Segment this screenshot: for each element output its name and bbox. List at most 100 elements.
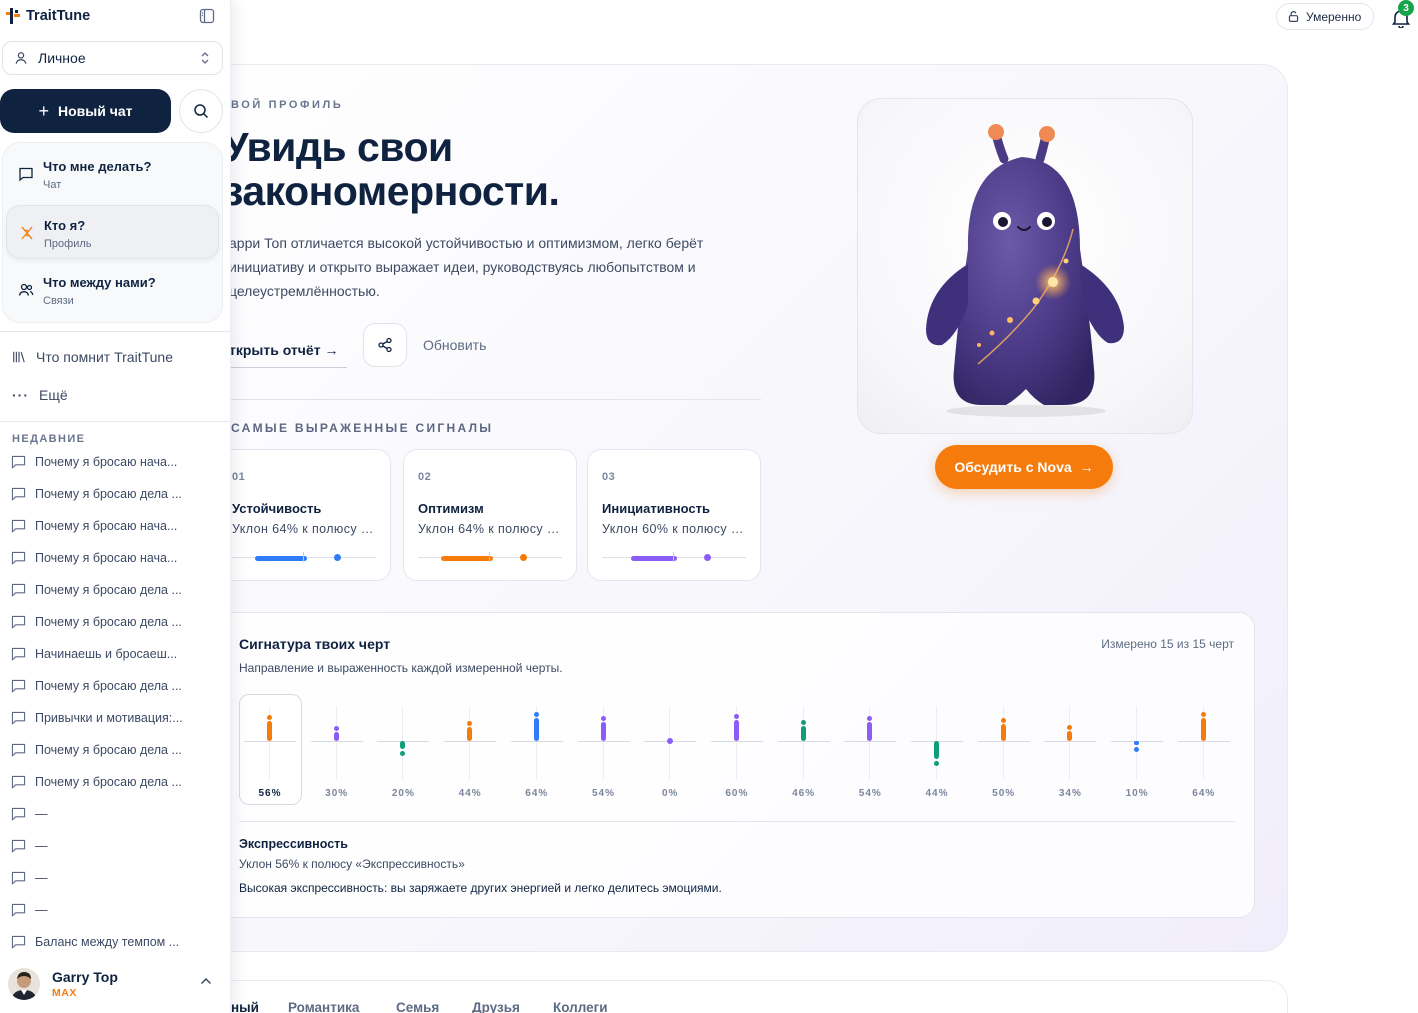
new-chat-button[interactable]: + Новый чат [0, 89, 171, 133]
recent-chat-item[interactable]: — [11, 807, 211, 821]
tab-friends[interactable]: Друзья [472, 1000, 520, 1013]
trait-column[interactable]: 0% [637, 694, 703, 805]
brand-name: TraitTune [26, 8, 91, 24]
library-icon [13, 351, 25, 363]
arrow-right-icon: → [1079, 459, 1094, 475]
more-link[interactable]: ··· Ещё [12, 387, 68, 403]
trait-baseline [310, 741, 363, 742]
tab-family[interactable]: Семья [396, 1000, 439, 1013]
trait-percent: 30% [325, 788, 349, 799]
brand[interactable]: TraitTune [6, 8, 90, 24]
trait-column[interactable]: 56% [237, 694, 303, 805]
trait-axis [1202, 706, 1204, 780]
trait-percent: 54% [591, 788, 615, 799]
trait-column[interactable]: 30% [304, 694, 370, 805]
recent-chat-title: Почему я бросаю дела ... [35, 487, 182, 501]
recent-chat-item[interactable]: — [11, 839, 211, 853]
signal-card[interactable]: 03 Инициативность Уклон 60% к полюсу «Ин… [587, 449, 761, 581]
tab-romance[interactable]: Романтика [288, 1000, 359, 1013]
mode-subtitle: Связи [43, 295, 74, 307]
trait-column[interactable]: 34% [1037, 694, 1103, 805]
trait-marker [1000, 718, 1006, 723]
trait-signature-panel: Сигнатура твоих черт Направление и выраж… [217, 612, 1255, 918]
trait-column[interactable]: 60% [704, 694, 770, 805]
signal-number: 02 [418, 471, 432, 483]
chat-bubble-icon [11, 647, 26, 661]
mascot-card [857, 98, 1193, 434]
mode-profile[interactable]: Кто я? Профиль [6, 205, 219, 259]
recent-chat-item[interactable]: Почему я бросаю дела ... [11, 679, 211, 693]
trait-column[interactable]: 54% [571, 694, 637, 805]
mode-pill[interactable]: Умеренно [1276, 3, 1375, 30]
trait-bar [867, 722, 873, 741]
trait-percent: 0% [661, 788, 679, 799]
trait-column[interactable]: 64% [1171, 694, 1237, 805]
user-profile-menu[interactable]: Garry Top MAX [0, 962, 230, 1013]
trait-marker [934, 761, 939, 767]
recent-chat-item[interactable]: — [11, 903, 211, 917]
memory-link[interactable]: Что помнит TraitTune [12, 349, 173, 365]
chat-bubble-icon [19, 167, 33, 182]
memory-link-label: Что помнит TraitTune [36, 349, 173, 365]
chat-bubble-icon [11, 903, 26, 917]
recent-chat-title: — [35, 807, 48, 821]
refresh-button[interactable]: Обновить [423, 337, 486, 353]
recent-chat-item[interactable]: Почему я бросаю дела ... [11, 775, 211, 789]
sidebar-divider [0, 421, 230, 422]
trait-baseline [710, 741, 763, 742]
recent-chat-item[interactable]: Почему я бросаю дела ... [11, 743, 211, 757]
recent-chat-item[interactable]: Почему я бросаю нача... [11, 519, 211, 533]
recent-chat-item[interactable]: Почему я бросаю дела ... [11, 615, 211, 629]
trait-baseline [977, 741, 1030, 742]
recent-chat-item[interactable]: Почему я бросаю нача... [11, 455, 211, 469]
trait-marker [1067, 724, 1073, 730]
recent-chat-item[interactable]: Почему я бросаю дела ... [11, 487, 211, 501]
more-link-label: Ещё [39, 387, 68, 403]
trait-column[interactable]: 20% [370, 694, 436, 805]
recent-chat-title: Почему я бросаю дела ... [35, 583, 182, 597]
discuss-with-nova-button[interactable]: Обсудить с Nova → [935, 445, 1113, 489]
trait-column[interactable]: 46% [771, 694, 837, 805]
signal-card[interactable]: 01 Устойчивость Уклон 64% к полюсу «Усто… [217, 449, 391, 581]
mode-pill-label: Умеренно [1306, 9, 1362, 24]
recent-chat-title: Баланс между темпом ... [35, 935, 180, 949]
chat-bubble-icon [11, 871, 26, 885]
recent-chat-item[interactable]: — [11, 871, 211, 885]
trait-percent: 64% [525, 788, 549, 799]
mode-switcher: Что мне делать? Чат Кто я? Профиль Что м… [2, 142, 223, 323]
space-selector[interactable]: Личное [2, 41, 223, 75]
trait-bar [333, 732, 339, 741]
hero-description: арри Топ отличается высокой устойчивость… [229, 235, 704, 299]
trait-marker [467, 720, 473, 726]
trait-column[interactable]: 54% [837, 694, 903, 805]
chat-bubble-icon [11, 711, 26, 725]
signal-card[interactable]: 02 Оптимизм Уклон 64% к полюсу «Оптимизм… [403, 449, 577, 581]
people-icon [18, 283, 34, 296]
trait-baseline [244, 741, 296, 742]
recent-chat-item[interactable]: Привычки и мотивация:... [11, 711, 211, 725]
collapse-sidebar-button[interactable] [199, 8, 215, 29]
tab-personal[interactable]: ный [231, 1000, 259, 1013]
signal-lean-text: Уклон 60% к полюсу «Инициативность» [602, 522, 748, 536]
trait-axis [469, 706, 471, 780]
recent-chat-item[interactable]: Начинаешь и бросаеш... [11, 647, 211, 661]
mode-connections[interactable]: Что между нами? Связи [6, 263, 219, 317]
trait-bar [1134, 741, 1140, 746]
trait-column[interactable]: 64% [504, 694, 570, 805]
recent-chat-title: Почему я бросаю дела ... [35, 775, 182, 789]
trait-column[interactable]: 50% [971, 694, 1037, 805]
more-dots-icon: ··· [12, 387, 29, 403]
recent-chat-item[interactable]: Почему я бросаю нача... [11, 551, 211, 565]
notifications-button[interactable]: 3 [1390, 0, 1414, 28]
trait-column[interactable]: 44% [437, 694, 503, 805]
chat-bubble-icon [11, 455, 26, 469]
recent-chat-item[interactable]: Баланс между темпом ... [11, 935, 211, 949]
tab-colleagues[interactable]: Коллеги [553, 1000, 608, 1013]
trait-column[interactable]: 44% [904, 694, 970, 805]
search-button[interactable] [179, 89, 223, 133]
trait-column[interactable]: 10% [1104, 694, 1170, 805]
mode-chat[interactable]: Что мне делать? Чат [6, 147, 219, 201]
recent-chat-item[interactable]: Почему я бросаю дела ... [11, 583, 211, 597]
open-report-link[interactable]: ткрыть отчёт → [229, 333, 347, 368]
share-button[interactable] [363, 323, 407, 367]
